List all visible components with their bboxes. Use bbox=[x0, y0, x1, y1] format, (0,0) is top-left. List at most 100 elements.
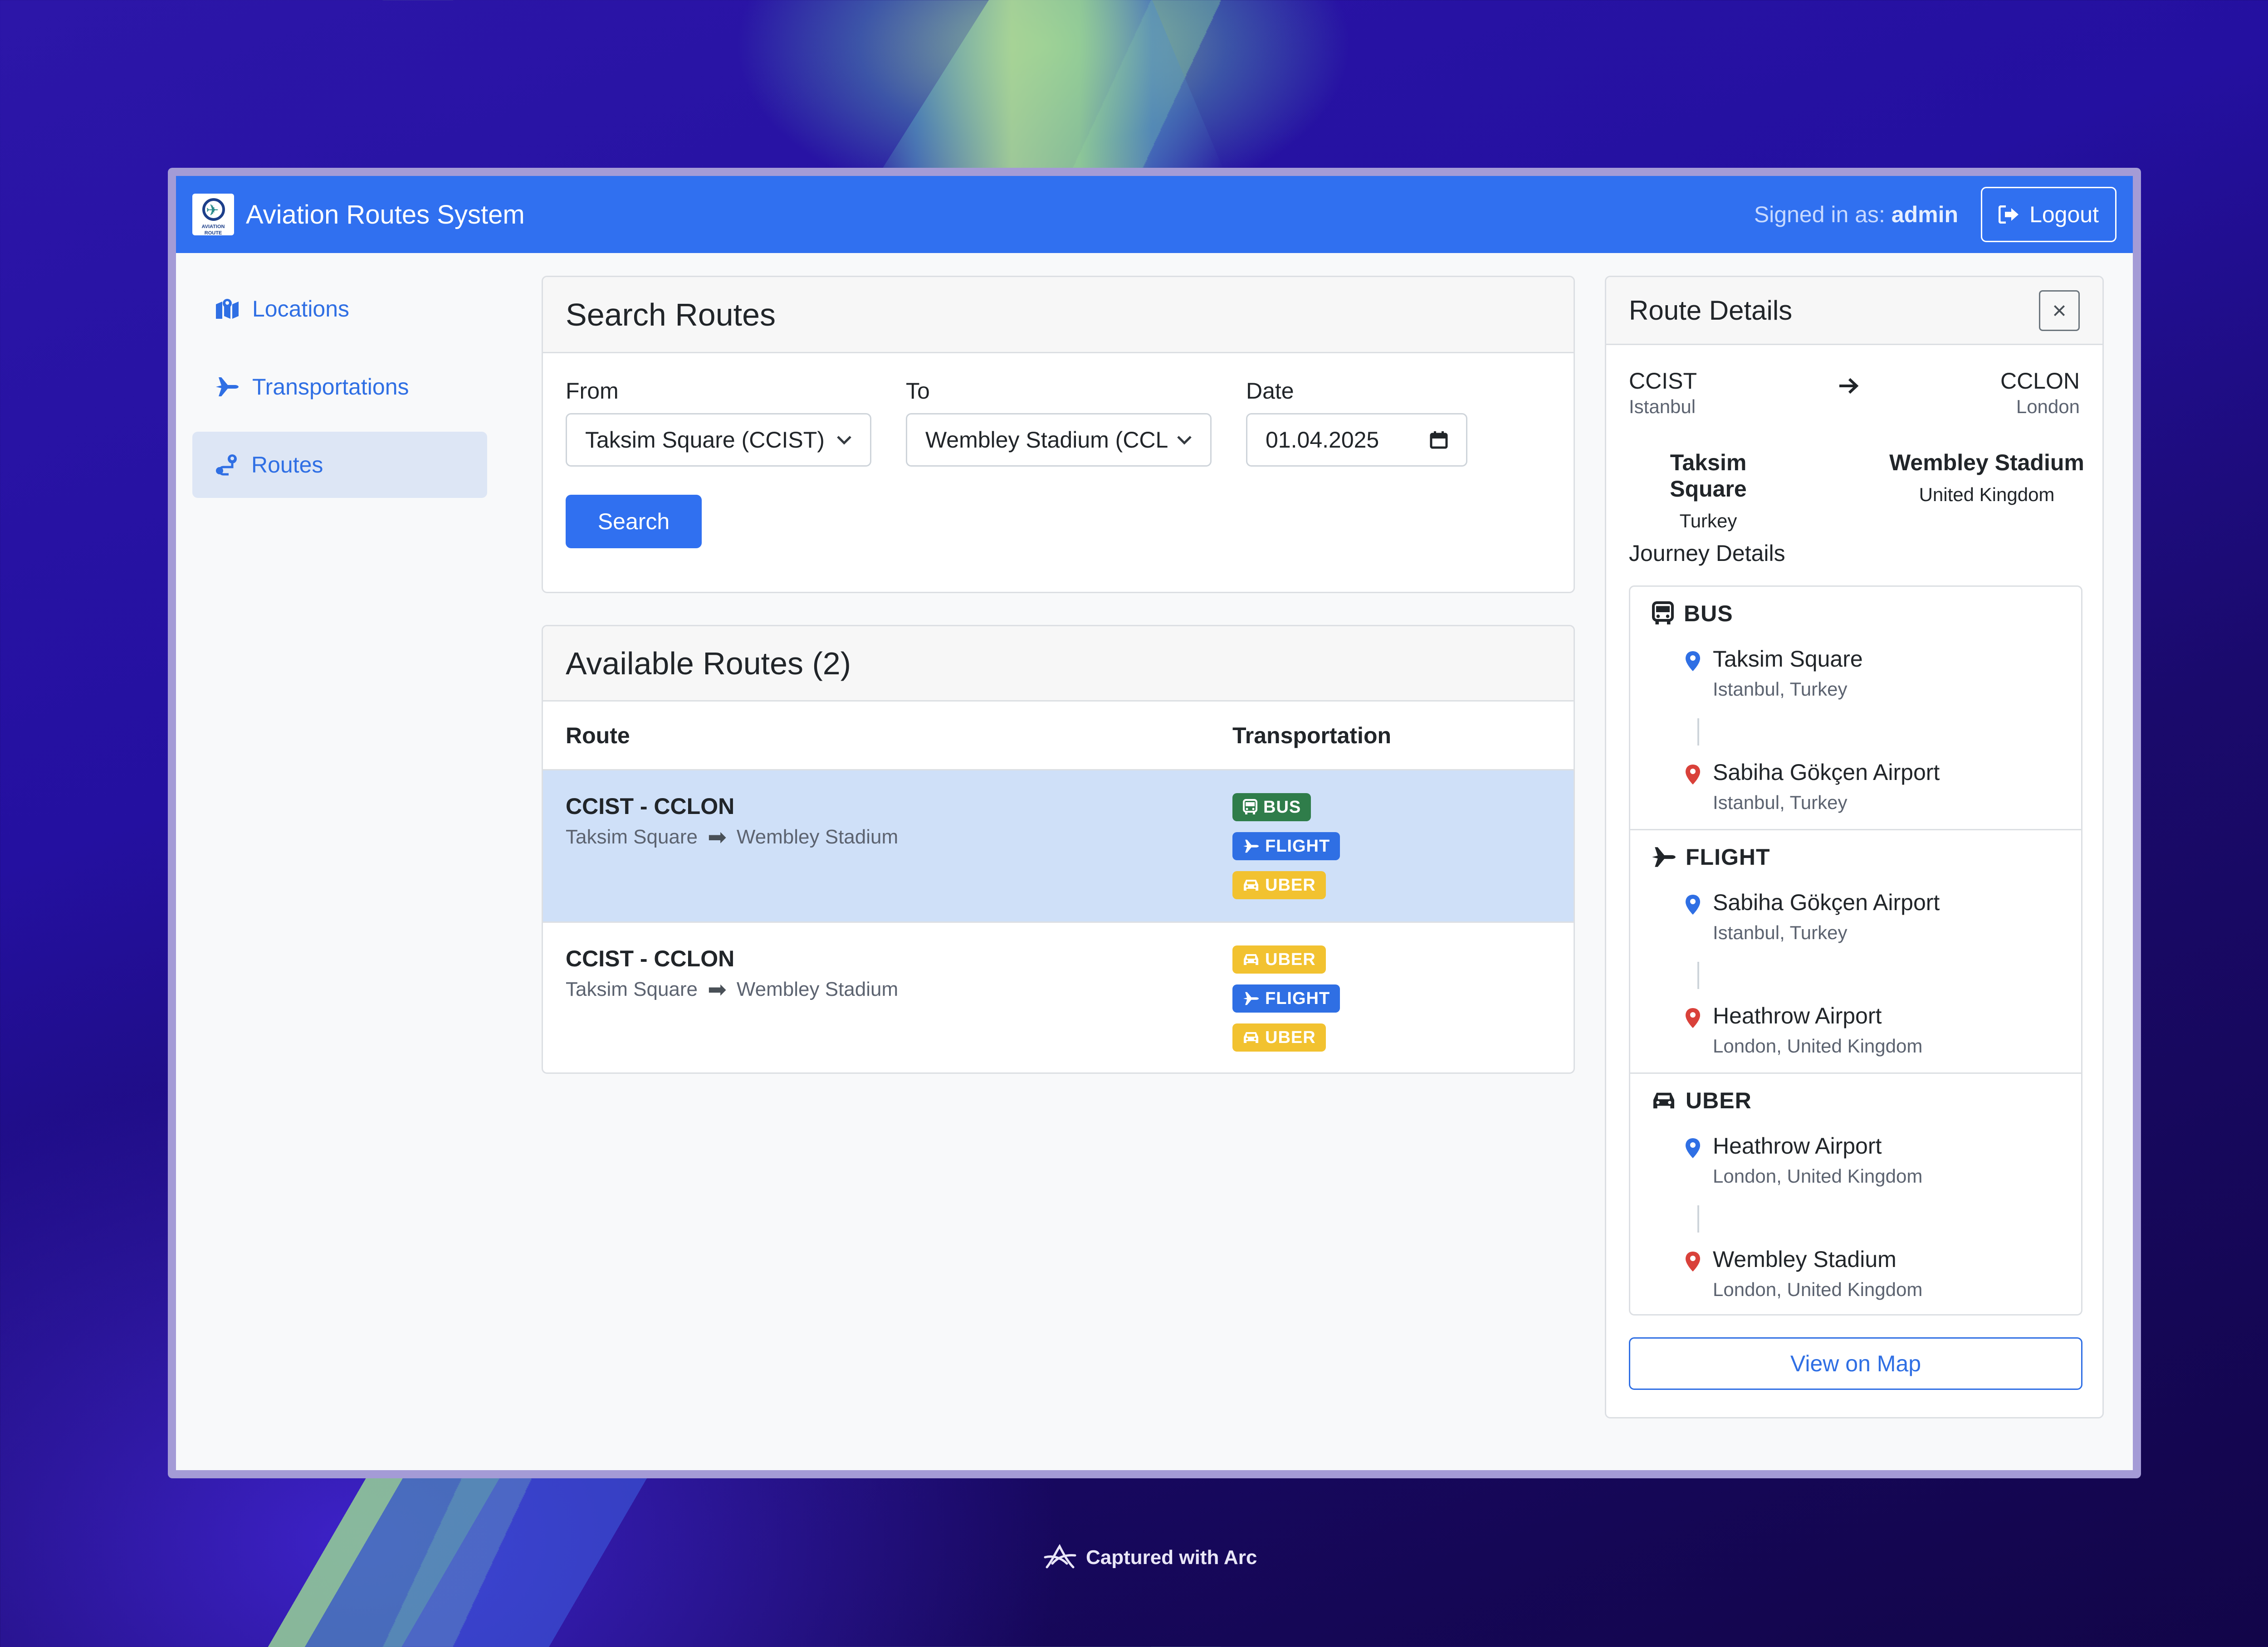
table-header: Route Transportation bbox=[543, 702, 1574, 770]
destination-code: CCLON bbox=[2000, 368, 2080, 394]
stop-location: London, United Kingdom bbox=[1713, 1165, 1923, 1187]
brand-logo[interactable]: ✈ AVIATION ROUTE bbox=[192, 194, 234, 236]
logo-text: AVIATION ROUTE bbox=[201, 224, 225, 236]
badge-label: UBER bbox=[1265, 1028, 1316, 1047]
table-row[interactable]: CCIST - CCLON Taksim Square ➡ Wembley St… bbox=[543, 770, 1574, 923]
segment-type: FLIGHT bbox=[1686, 844, 1770, 870]
to-select-value: Wembley Stadium (CCL bbox=[925, 427, 1168, 453]
logout-icon bbox=[1999, 205, 2019, 224]
segment-type: UBER bbox=[1686, 1088, 1752, 1113]
close-button[interactable]: × bbox=[2039, 290, 2080, 331]
badge-label: FLIGHT bbox=[1265, 836, 1330, 856]
connector-line bbox=[1697, 962, 1699, 989]
table-row[interactable]: CCIST - CCLON Taksim Square ➡ Wembley St… bbox=[543, 923, 1574, 1072]
route-origin: Taksim Square bbox=[566, 826, 698, 848]
from-select-value: Taksim Square (CCIST) bbox=[585, 427, 825, 453]
search-card-title: Search Routes bbox=[543, 277, 1574, 353]
location-pin-icon bbox=[1686, 1138, 1700, 1158]
stop-location: London, United Kingdom bbox=[1713, 1035, 1923, 1057]
plane-icon bbox=[1652, 847, 1676, 867]
stop-name: Sabiha Gökçen Airport bbox=[1713, 890, 1940, 915]
location-pin-icon bbox=[1686, 651, 1700, 671]
sidebar-item-transportations[interactable]: Transportations bbox=[192, 354, 487, 420]
logout-button[interactable]: Logout bbox=[1981, 187, 2116, 242]
location-pin-icon bbox=[1686, 1252, 1700, 1272]
chevron-down-icon bbox=[837, 436, 851, 445]
map-icon bbox=[216, 299, 239, 319]
segment-start-stop: Taksim Square Istanbul, Turkey bbox=[1685, 646, 1863, 700]
stop-name: Heathrow Airport bbox=[1713, 1003, 1882, 1028]
sidebar-item-label: Routes bbox=[251, 452, 323, 478]
connector-line bbox=[1697, 718, 1699, 746]
plane-icon bbox=[1243, 992, 1259, 1005]
route-summary: Taksim Square ➡ Wembley Stadium bbox=[566, 824, 898, 850]
stop-name: Sabiha Gökçen Airport bbox=[1713, 760, 1940, 785]
date-input-value: 01.04.2025 bbox=[1266, 427, 1379, 453]
bus-icon bbox=[1652, 601, 1674, 624]
badge-label: FLIGHT bbox=[1265, 989, 1330, 1008]
segment-end-stop: Sabiha Gökçen Airport Istanbul, Turkey bbox=[1685, 759, 1940, 814]
calendar-icon[interactable] bbox=[1430, 430, 1448, 449]
app-title[interactable]: Aviation Routes System bbox=[246, 200, 525, 230]
route-details-panel: Route Details × CCIST Istanbul CCLON Lon… bbox=[1605, 276, 2104, 1418]
sidebar-item-routes[interactable]: Routes bbox=[192, 432, 487, 498]
sidebar: Locations Transportations Routes bbox=[192, 276, 487, 510]
car-icon bbox=[1244, 880, 1258, 891]
sidebar-item-locations[interactable]: Locations bbox=[192, 276, 487, 342]
badge-uber: UBER bbox=[1232, 1023, 1326, 1052]
chevron-down-icon bbox=[1177, 436, 1192, 445]
car-icon bbox=[1244, 1032, 1258, 1043]
captured-with-arc-watermark: Captured with Arc bbox=[1043, 1544, 1257, 1572]
arrow-right-icon bbox=[1839, 378, 1859, 394]
from-select[interactable]: Taksim Square (CCIST) bbox=[566, 413, 871, 467]
segment-start-stop: Heathrow Airport London, United Kingdom bbox=[1685, 1133, 1922, 1187]
route-destination: Wembley Stadium bbox=[736, 978, 899, 1000]
journey-segment-uber: UBER Heathrow Airport London, United Kin… bbox=[1630, 1074, 2081, 1314]
navbar-user-area: Signed in as: admin Logout bbox=[1754, 187, 2116, 242]
arrow-right-icon: ➡ bbox=[708, 824, 727, 850]
route-code: CCIST - CCLON bbox=[566, 946, 735, 971]
view-on-map-button[interactable]: View on Map bbox=[1629, 1337, 2082, 1390]
journey-segment-bus: BUS Taksim Square Istanbul, Turkey Sabih… bbox=[1630, 587, 2081, 830]
transportation-badges: UBER FLIGHT UBER bbox=[1232, 945, 1340, 1062]
origin-code: CCIST bbox=[1629, 368, 1697, 394]
date-label: Date bbox=[1246, 378, 1294, 404]
route-icon bbox=[216, 454, 237, 476]
background-light-beam bbox=[880, 0, 1225, 172]
stop-location: London, United Kingdom bbox=[1713, 1279, 1923, 1300]
bus-icon bbox=[1243, 799, 1257, 814]
route-summary: Taksim Square ➡ Wembley Stadium bbox=[566, 976, 898, 1003]
stop-location: Istanbul, Turkey bbox=[1713, 792, 1848, 813]
stop-name: Heathrow Airport bbox=[1713, 1133, 1882, 1159]
transportation-badges: BUS FLIGHT UBER bbox=[1232, 793, 1340, 910]
sidebar-item-label: Locations bbox=[252, 296, 350, 322]
journey-segments: BUS Taksim Square Istanbul, Turkey Sabih… bbox=[1629, 585, 2082, 1316]
segment-end-stop: Heathrow Airport London, United Kingdom bbox=[1685, 1003, 1922, 1057]
connector-line bbox=[1697, 1205, 1699, 1233]
car-icon bbox=[1653, 1092, 1674, 1109]
stop-location: Istanbul, Turkey bbox=[1713, 678, 1848, 700]
search-button[interactable]: Search bbox=[566, 495, 702, 548]
plane-icon bbox=[1243, 839, 1259, 853]
to-label: To bbox=[906, 378, 930, 404]
logout-label: Logout bbox=[2029, 202, 2099, 227]
destination-country: United Kingdom bbox=[1919, 484, 2055, 505]
badge-uber: UBER bbox=[1232, 945, 1326, 974]
to-select[interactable]: Wembley Stadium (CCL bbox=[906, 413, 1212, 467]
route-code: CCIST - CCLON bbox=[566, 794, 735, 819]
logo-plane-icon: ✈ bbox=[206, 202, 219, 219]
from-label: From bbox=[566, 378, 619, 404]
date-input[interactable]: 01.04.2025 bbox=[1246, 413, 1467, 467]
badge-label: UBER bbox=[1265, 950, 1316, 969]
location-pin-icon bbox=[1686, 895, 1700, 915]
captured-label: Captured with Arc bbox=[1086, 1546, 1257, 1569]
location-pin-icon bbox=[1686, 1008, 1700, 1028]
destination-place-name: Wembley Stadium bbox=[1889, 450, 2084, 475]
location-pin-icon bbox=[1686, 765, 1700, 785]
column-header-route: Route bbox=[566, 722, 630, 748]
plane-icon bbox=[216, 377, 239, 396]
badge-uber: UBER bbox=[1232, 871, 1326, 899]
app-window: ✈ AVIATION ROUTE Aviation Routes System … bbox=[168, 168, 2141, 1478]
stop-name: Taksim Square bbox=[1713, 646, 1863, 672]
close-icon: × bbox=[2052, 297, 2067, 324]
